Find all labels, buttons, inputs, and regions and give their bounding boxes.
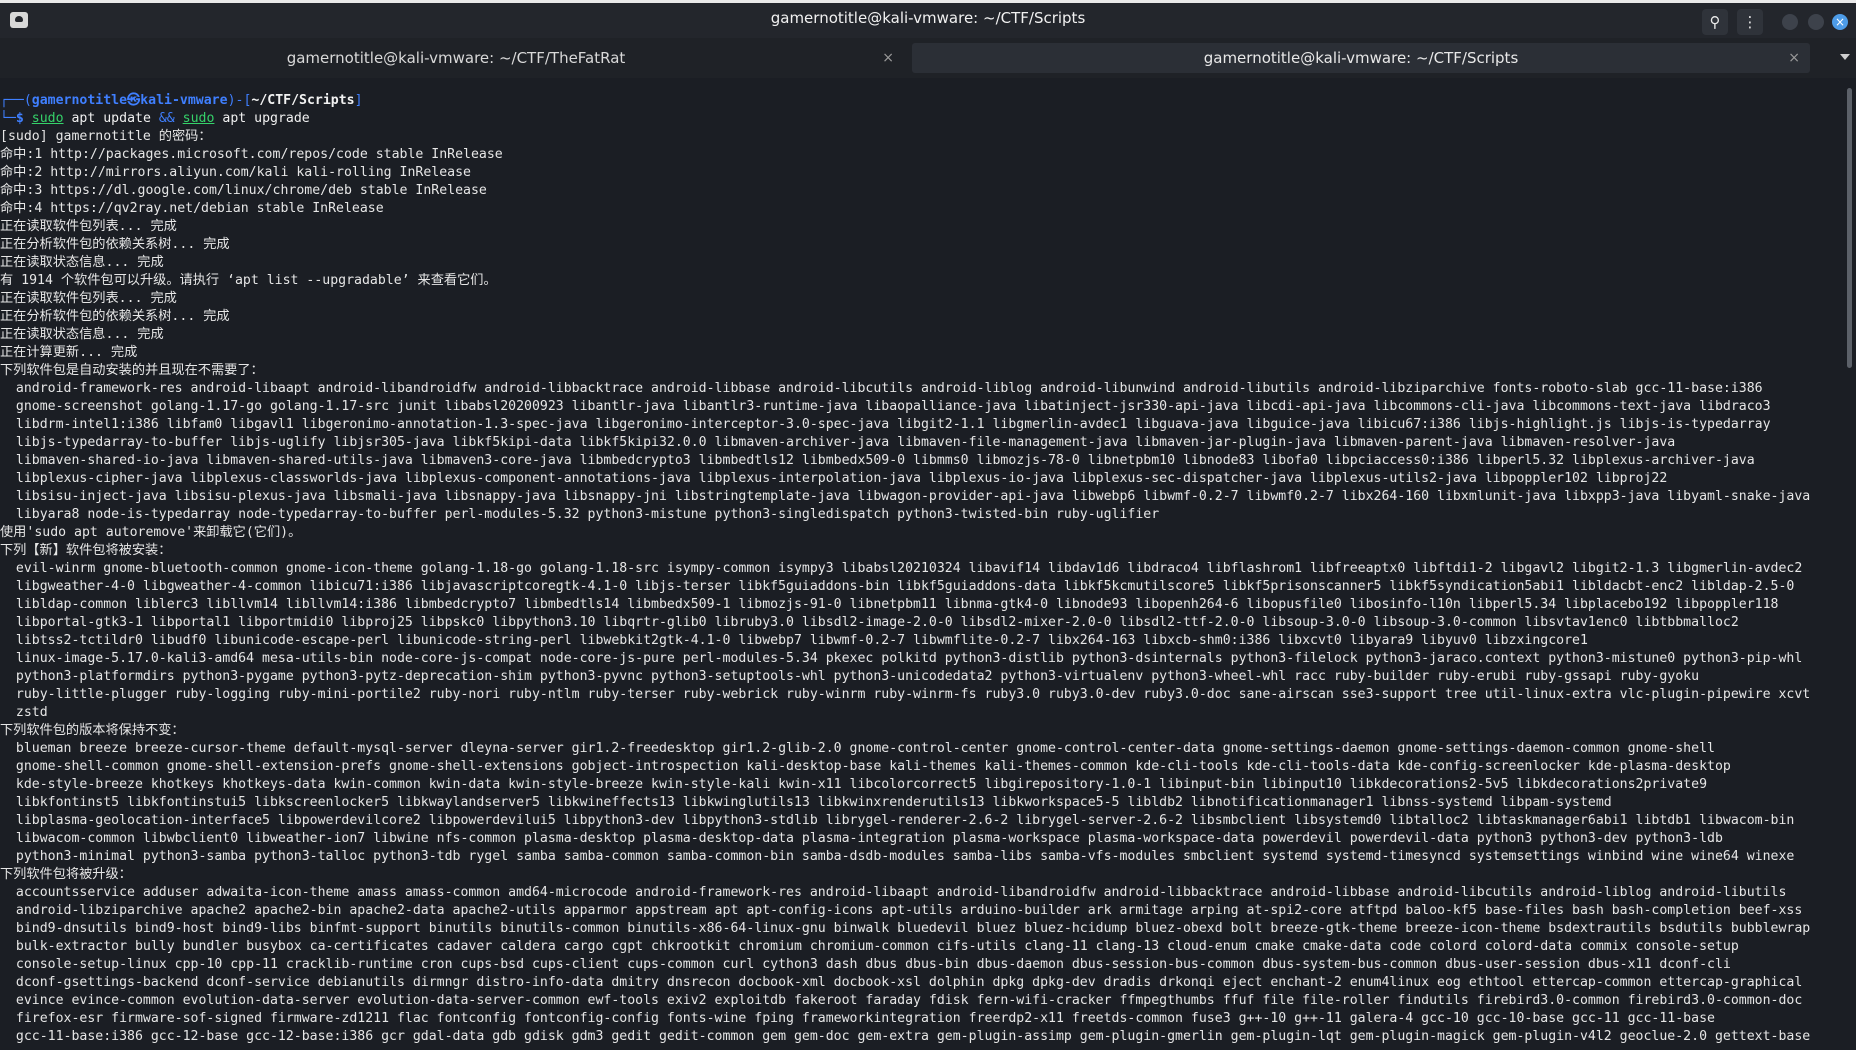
terminal-line: kde-style-breeze khotkeys khotkeys-data … xyxy=(0,777,1708,792)
terminal-line: 下列软件包将被升级： xyxy=(0,867,132,882)
terminal-line: 正在读取软件包列表... 完成 xyxy=(0,291,177,306)
terminal-line: python3-minimal python3-samba python3-ta… xyxy=(0,849,1795,864)
command-space xyxy=(175,111,183,126)
prompt-user: gamernotitle㉿kali-vmware xyxy=(31,93,228,108)
terminal-line: 命中:4 https://qv2ray.net/debian stable In… xyxy=(0,201,384,216)
terminal-line: libplexus-cipher-java libplexus-classwor… xyxy=(0,471,1668,486)
tab-label: gamernotitle@kali-vmware: ~/CTF/Scripts xyxy=(1203,49,1519,67)
command-sudo: sudo xyxy=(31,111,64,126)
command-operator: && xyxy=(158,111,175,126)
terminal-line: libkfontinst5 libkfontinstui5 libkscreen… xyxy=(0,795,1612,810)
prompt-path: ~/CTF/Scripts xyxy=(251,93,355,108)
tab-thefatrat[interactable]: gamernotitle@kali-vmware: ~/CTF/TheFatRa… xyxy=(8,43,904,73)
prompt-bracket-end: ] xyxy=(354,93,363,108)
maximize-icon[interactable] xyxy=(1808,14,1824,30)
tab-menu-chevron-icon[interactable] xyxy=(1840,54,1850,60)
command-sudo: sudo xyxy=(182,111,215,126)
command-text: apt upgrade xyxy=(214,111,310,126)
terminal-line: gcc-11-base:i386 gcc-12-base gcc-12-base… xyxy=(0,1029,1811,1044)
terminal-line: libjs-typedarray-to-buffer libjs-uglify … xyxy=(0,435,1676,450)
terminal-line: 正在读取状态信息... 完成 xyxy=(0,327,164,342)
terminal-line: libyara8 node-is-typedarray node-typedar… xyxy=(0,507,1160,522)
prompt-prefix-2: └─ xyxy=(0,111,16,126)
terminal-line: zstd xyxy=(0,705,48,720)
terminal-line: 正在分析软件包的依赖关系树... 完成 xyxy=(0,237,230,252)
terminal-line: 正在分析软件包的依赖关系树... 完成 xyxy=(0,309,230,324)
terminal-line: libplasma-geolocation-interface5 libpowe… xyxy=(0,813,1795,828)
terminal-line: libldap-common liblerc3 libllvm14 libllv… xyxy=(0,597,1779,612)
command-line: └─$ sudo apt update && sudo apt upgrade xyxy=(0,110,1840,128)
terminal-line: evince evince-common evolution-data-serv… xyxy=(0,993,1803,1008)
terminal-line: firefox-esr firmware-sof-signed firmware… xyxy=(0,1011,1715,1026)
tab-close-icon[interactable]: × xyxy=(1788,43,1800,73)
window-titlebar: gamernotitle@kali-vmware: ~/CTF/Scripts … xyxy=(0,0,1856,38)
terminal-line: 命中:1 http://packages.microsoft.com/repos… xyxy=(0,147,503,162)
terminal-output[interactable]: ┌──(gamernotitle㉿kali-vmware)-[~/CTF/Scr… xyxy=(0,92,1840,1050)
window-title: gamernotitle@kali-vmware: ~/CTF/Scripts xyxy=(770,9,1086,27)
terminal-line: ruby-little-plugger ruby-logging ruby-mi… xyxy=(0,687,1811,702)
minimize-icon[interactable] xyxy=(1782,14,1798,30)
prompt-bracket: )-[ xyxy=(227,93,252,108)
terminal-line: linux-image-5.17.0-kali3-amd64 mesa-util… xyxy=(0,651,1803,666)
terminal-line: libsisu-inject-java libsisu-plexus-java … xyxy=(0,489,1811,504)
terminal-line: console-setup-linux cpp-10 cpp-11 crackl… xyxy=(0,957,1731,972)
terminal-line: 正在读取软件包列表... 完成 xyxy=(0,219,177,234)
tab-label: gamernotitle@kali-vmware: ~/CTF/TheFatRa… xyxy=(286,49,626,67)
terminal-line: 正在计算更新... 完成 xyxy=(0,345,138,360)
terminal-line: accountsservice adduser adwaita-icon-the… xyxy=(0,885,1787,900)
prompt-line: ┌──(gamernotitle㉿kali-vmware)-[~/CTF/Scr… xyxy=(0,92,1840,110)
terminal-line: 下列【新】软件包将被安装： xyxy=(0,543,172,558)
terminal-line: libgweather-4-0 libgweather-4-common lib… xyxy=(0,579,1795,594)
scrollbar-thumb[interactable] xyxy=(1847,88,1852,368)
terminal-line: 有 1914 个软件包可以升级。请执行 ‘apt list --upgradab… xyxy=(0,273,497,288)
terminal-line: 命中:3 https://dl.google.com/linux/chrome/… xyxy=(0,183,487,198)
prompt-dollar: $ xyxy=(15,111,32,126)
tab-close-icon[interactable]: × xyxy=(882,43,894,73)
terminal-line: 使用'sudo apt autoremove'来卸载它(它们)。 xyxy=(0,525,302,540)
terminal-line: python3-platformdirs python3-pygame pyth… xyxy=(0,669,1700,684)
command-text: apt update xyxy=(63,111,159,126)
terminal-line: 下列软件包的版本将保持不变： xyxy=(0,723,185,738)
terminal-line: libmaven-shared-io-java libmaven-shared-… xyxy=(0,453,1755,468)
terminal-line: [sudo] gamernotitle 的密码： xyxy=(0,129,212,144)
terminal-line: libdrm-intel1:i386 libfam0 libgavl1 libg… xyxy=(0,417,1771,432)
terminal-line: gnome-screenshot golang-1.17-go golang-1… xyxy=(0,399,1771,414)
tab-scripts[interactable]: gamernotitle@kali-vmware: ~/CTF/Scripts … xyxy=(912,43,1810,73)
terminal-line: bind9-dnsutils bind9-host bind9-libs bin… xyxy=(0,921,1811,936)
terminal-line: libwacom-common libwbclient0 libweather-… xyxy=(0,831,1723,846)
search-icon[interactable]: ⚲ xyxy=(1702,9,1728,35)
kebab-menu-icon[interactable]: ⋮ xyxy=(1737,9,1763,35)
terminal-line: 下列软件包是自动安装的并且现在不需要了： xyxy=(0,363,264,378)
prompt-prefix: ┌──( xyxy=(0,93,32,108)
output-lines: [sudo] gamernotitle 的密码： 命中:1 http://pack… xyxy=(0,128,1840,1046)
terminal-line: android-framework-res android-libaapt an… xyxy=(0,381,1763,396)
terminal-line: bulk-extractor bully bundler busybox ca-… xyxy=(0,939,1739,954)
terminal-line: blueman breeze breeze-cursor-theme defau… xyxy=(0,741,1715,756)
terminal-line: 命中:2 http://mirrors.aliyun.com/kali kali… xyxy=(0,165,471,180)
terminal-line: dconf-gsettings-backend dconf-service de… xyxy=(0,975,1803,990)
terminal-line: android-libziparchive apache2 apache2-bi… xyxy=(0,903,1803,918)
close-window-icon[interactable]: × xyxy=(1832,14,1848,30)
tab-bar: gamernotitle@kali-vmware: ~/CTF/TheFatRa… xyxy=(0,38,1856,78)
terminal-line: gnome-shell-common gnome-shell-extension… xyxy=(0,759,1731,774)
terminal-line: libtss2-tctildr0 libudf0 libunicode-esca… xyxy=(0,633,1588,648)
terminal-line: 正在读取状态信息... 完成 xyxy=(0,255,164,270)
terminal-line: evil-winrm gnome-bluetooth-common gnome-… xyxy=(0,561,1803,576)
terminal-line: libportal-gtk3-1 libportal1 libportmidi0… xyxy=(0,615,1739,630)
